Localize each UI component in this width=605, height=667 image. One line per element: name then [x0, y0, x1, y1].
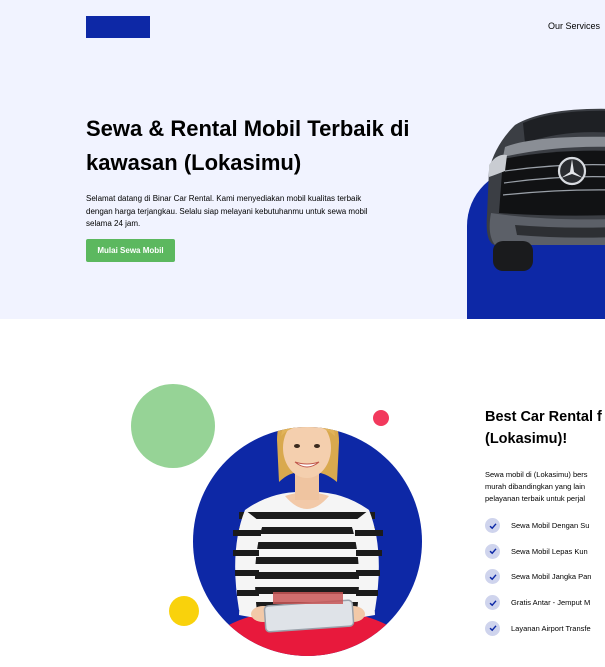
feature-label: Sewa Mobil Lepas Kun — [511, 546, 588, 556]
car-image — [486, 108, 605, 271]
about-title-line: Best Car Rental f — [485, 409, 602, 425]
hero-description: Selamat datang di Binar Car Rental. Kami… — [86, 194, 368, 228]
check-icon — [485, 518, 500, 534]
check-icon — [485, 543, 500, 559]
about-title-line: (Lokasimu)! — [485, 431, 568, 447]
nav-link-our-services[interactable]: Our Services — [548, 21, 600, 31]
check-icon — [485, 595, 500, 611]
feature-label: Gratis Antar - Jemput M — [511, 598, 591, 608]
check-icon — [485, 620, 500, 636]
about-description-line: Sewa mobil di (Lokasimu) bers — [485, 470, 588, 479]
feature-list: Sewa Mobil Dengan Su Sewa Mobil Lepas Ku… — [485, 513, 605, 641]
about-title: Best Car Rental f (Lokasimu)! — [485, 406, 605, 450]
check-icon — [485, 569, 500, 585]
feature-item: Layanan Airport Transfe — [485, 615, 605, 641]
start-rental-button[interactable]: Mulai Sewa Mobil — [86, 239, 175, 262]
feature-item: Gratis Antar - Jemput M — [485, 590, 605, 616]
feature-label: Layanan Airport Transfe — [511, 623, 591, 633]
feature-item: Sewa Mobil Jangka Pan — [485, 564, 605, 590]
brand-logo[interactable] — [86, 16, 150, 38]
about-description: Sewa mobil di (Lokasimu) bers murah diba… — [485, 469, 605, 504]
feature-label: Sewa Mobil Jangka Pan — [511, 572, 592, 582]
hero-section: Our Services Sewa & Rental Mobil Terbaik… — [0, 0, 605, 319]
about-description-line: murah dibandingkan yang lain — [485, 481, 586, 491]
feature-label: Sewa Mobil Dengan Su — [511, 521, 590, 531]
woman-with-tablet-image — [193, 427, 422, 656]
about-description-line: pelayanan terbaik untuk perjal — [485, 493, 586, 503]
hero-title: Sewa & Rental Mobil Terbaik di kawasan (… — [86, 116, 410, 175]
feature-item: Sewa Mobil Dengan Su — [485, 513, 605, 539]
feature-item: Sewa Mobil Lepas Kun — [485, 539, 605, 565]
